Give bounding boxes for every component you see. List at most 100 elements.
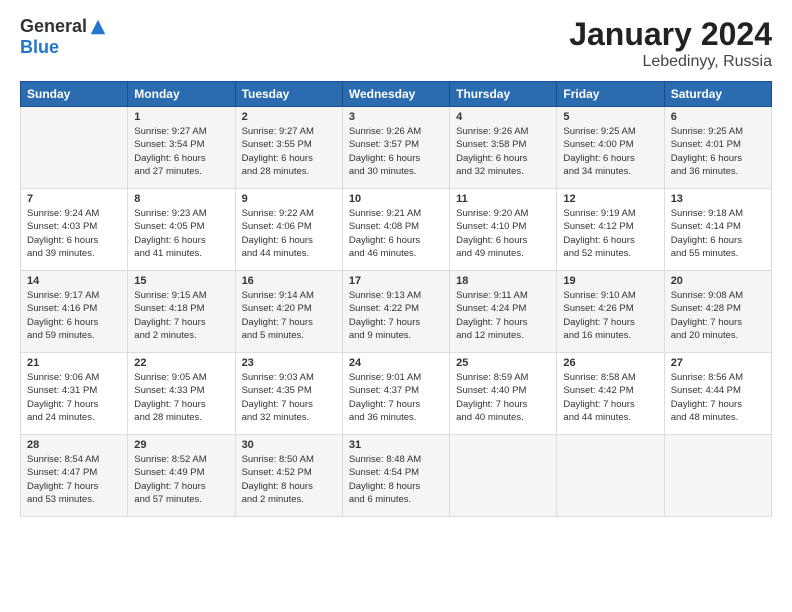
day-info: Sunrise: 9:20 AM Sunset: 4:10 PM Dayligh…: [456, 207, 550, 260]
day-number: 28: [27, 439, 121, 451]
day-number: 25: [456, 357, 550, 369]
day-info: Sunrise: 9:08 AM Sunset: 4:28 PM Dayligh…: [671, 289, 765, 342]
calendar-cell: 21 Sunrise: 9:06 AM Sunset: 4:31 PM Dayli…: [21, 353, 128, 435]
location-title: Lebedinyy, Russia: [569, 53, 772, 71]
calendar-cell: 22Sunrise: 9:05 AM Sunset: 4:33 PM Dayli…: [128, 353, 235, 435]
logo: General Blue: [20, 16, 107, 58]
calendar-cell: 1 Sunrise: 9:27 AM Sunset: 3:54 PM Daylig…: [128, 107, 235, 189]
calendar-row-5: 28 Sunrise: 8:54 AM Sunset: 4:47 PM Dayli…: [21, 435, 772, 517]
header-tuesday: Tuesday: [235, 82, 342, 107]
day-info: Sunrise: 9:22 AM Sunset: 4:06 PM Dayligh…: [242, 207, 336, 260]
calendar-cell: 14 Sunrise: 9:17 AM Sunset: 4:16 PM Dayli…: [21, 271, 128, 353]
day-number: 15: [134, 275, 228, 287]
day-number: 17: [349, 275, 443, 287]
title-block: January 2024 Lebedinyy, Russia: [569, 16, 772, 71]
calendar-cell: 5 Sunrise: 9:25 AM Sunset: 4:00 PM Daylig…: [557, 107, 664, 189]
calendar-cell: 15 Sunrise: 9:15 AM Sunset: 4:18 PM Dayli…: [128, 271, 235, 353]
day-number: 3: [349, 111, 443, 123]
day-info: Sunrise: 8:56 AM Sunset: 4:44 PM Dayligh…: [671, 371, 765, 424]
day-info: Sunrise: 9:25 AM Sunset: 4:01 PM Dayligh…: [671, 125, 765, 178]
day-number: 21: [27, 357, 121, 369]
day-info: Sunrise: 8:58 AM Sunset: 4:42 PM Dayligh…: [563, 371, 657, 424]
calendar-row-3: 14 Sunrise: 9:17 AM Sunset: 4:16 PM Dayli…: [21, 271, 772, 353]
header-wednesday: Wednesday: [342, 82, 449, 107]
day-info: Sunrise: 9:01 AM Sunset: 4:37 PM Dayligh…: [349, 371, 443, 424]
day-info: Sunrise: 8:54 AM Sunset: 4:47 PM Dayligh…: [27, 453, 121, 506]
day-number: 2: [242, 111, 336, 123]
day-number: 24: [349, 357, 443, 369]
calendar-cell: 10Sunrise: 9:21 AM Sunset: 4:08 PM Dayli…: [342, 189, 449, 271]
day-info: Sunrise: 8:48 AM Sunset: 4:54 PM Dayligh…: [349, 453, 443, 506]
day-number: 26: [563, 357, 657, 369]
calendar-cell: 2Sunrise: 9:27 AM Sunset: 3:55 PM Daylig…: [235, 107, 342, 189]
calendar-cell: 28 Sunrise: 8:54 AM Sunset: 4:47 PM Dayli…: [21, 435, 128, 517]
calendar-cell: 27Sunrise: 8:56 AM Sunset: 4:44 PM Dayli…: [664, 353, 771, 435]
calendar-cell: 29Sunrise: 8:52 AM Sunset: 4:49 PM Dayli…: [128, 435, 235, 517]
day-number: 6: [671, 111, 765, 123]
day-number: 8: [134, 193, 228, 205]
calendar-cell: 16Sunrise: 9:14 AM Sunset: 4:20 PM Dayli…: [235, 271, 342, 353]
day-number: 1: [134, 111, 228, 123]
calendar-row-1: 1 Sunrise: 9:27 AM Sunset: 3:54 PM Daylig…: [21, 107, 772, 189]
page: General Blue January 2024 Lebedinyy, Rus…: [0, 0, 792, 612]
day-info: Sunrise: 8:50 AM Sunset: 4:52 PM Dayligh…: [242, 453, 336, 506]
day-info: Sunrise: 9:13 AM Sunset: 4:22 PM Dayligh…: [349, 289, 443, 342]
day-info: Sunrise: 9:26 AM Sunset: 3:57 PM Dayligh…: [349, 125, 443, 178]
day-info: Sunrise: 9:24 AM Sunset: 4:03 PM Dayligh…: [27, 207, 121, 260]
calendar-cell: 24 Sunrise: 9:01 AM Sunset: 4:37 PM Dayli…: [342, 353, 449, 435]
calendar-cell: 18 Sunrise: 9:11 AM Sunset: 4:24 PM Dayli…: [450, 271, 557, 353]
day-info: Sunrise: 9:23 AM Sunset: 4:05 PM Dayligh…: [134, 207, 228, 260]
day-number: 11: [456, 193, 550, 205]
day-info: Sunrise: 9:25 AM Sunset: 4:00 PM Dayligh…: [563, 125, 657, 178]
calendar-cell: [557, 435, 664, 517]
calendar-cell: 17 Sunrise: 9:13 AM Sunset: 4:22 PM Dayli…: [342, 271, 449, 353]
day-info: Sunrise: 9:11 AM Sunset: 4:24 PM Dayligh…: [456, 289, 550, 342]
logo-icon: [89, 18, 107, 36]
day-number: 14: [27, 275, 121, 287]
day-info: Sunrise: 9:06 AM Sunset: 4:31 PM Dayligh…: [27, 371, 121, 424]
header-friday: Friday: [557, 82, 664, 107]
calendar-row-4: 21 Sunrise: 9:06 AM Sunset: 4:31 PM Dayli…: [21, 353, 772, 435]
calendar-cell: [21, 107, 128, 189]
day-info: Sunrise: 9:26 AM Sunset: 3:58 PM Dayligh…: [456, 125, 550, 178]
day-number: 31: [349, 439, 443, 451]
day-info: Sunrise: 9:17 AM Sunset: 4:16 PM Dayligh…: [27, 289, 121, 342]
day-info: Sunrise: 9:05 AM Sunset: 4:33 PM Dayligh…: [134, 371, 228, 424]
day-info: Sunrise: 9:27 AM Sunset: 3:54 PM Dayligh…: [134, 125, 228, 178]
calendar-cell: 11 Sunrise: 9:20 AM Sunset: 4:10 PM Dayli…: [450, 189, 557, 271]
calendar-row-2: 7 Sunrise: 9:24 AM Sunset: 4:03 PM Daylig…: [21, 189, 772, 271]
calendar-cell: 13Sunrise: 9:18 AM Sunset: 4:14 PM Dayli…: [664, 189, 771, 271]
header-saturday: Saturday: [664, 82, 771, 107]
logo-blue-text: Blue: [20, 37, 59, 58]
calendar-cell: 25 Sunrise: 8:59 AM Sunset: 4:40 PM Dayli…: [450, 353, 557, 435]
header-sunday: Sunday: [21, 82, 128, 107]
day-number: 20: [671, 275, 765, 287]
calendar-cell: 30Sunrise: 8:50 AM Sunset: 4:52 PM Dayli…: [235, 435, 342, 517]
calendar-cell: 20 Sunrise: 9:08 AM Sunset: 4:28 PM Dayli…: [664, 271, 771, 353]
calendar-cell: [450, 435, 557, 517]
calendar-cell: 23Sunrise: 9:03 AM Sunset: 4:35 PM Dayli…: [235, 353, 342, 435]
calendar-cell: 31 Sunrise: 8:48 AM Sunset: 4:54 PM Dayli…: [342, 435, 449, 517]
calendar-cell: 9 Sunrise: 9:22 AM Sunset: 4:06 PM Daylig…: [235, 189, 342, 271]
day-number: 18: [456, 275, 550, 287]
day-info: Sunrise: 9:10 AM Sunset: 4:26 PM Dayligh…: [563, 289, 657, 342]
header-thursday: Thursday: [450, 82, 557, 107]
calendar-table: Sunday Monday Tuesday Wednesday Thursday…: [20, 81, 772, 517]
day-info: Sunrise: 9:03 AM Sunset: 4:35 PM Dayligh…: [242, 371, 336, 424]
calendar-cell: 7 Sunrise: 9:24 AM Sunset: 4:03 PM Daylig…: [21, 189, 128, 271]
calendar-cell: [664, 435, 771, 517]
day-info: Sunrise: 8:59 AM Sunset: 4:40 PM Dayligh…: [456, 371, 550, 424]
day-number: 7: [27, 193, 121, 205]
calendar-cell: 3 Sunrise: 9:26 AM Sunset: 3:57 PM Daylig…: [342, 107, 449, 189]
calendar-cell: 12Sunrise: 9:19 AM Sunset: 4:12 PM Dayli…: [557, 189, 664, 271]
calendar-cell: 6 Sunrise: 9:25 AM Sunset: 4:01 PM Daylig…: [664, 107, 771, 189]
day-number: 9: [242, 193, 336, 205]
day-number: 5: [563, 111, 657, 123]
day-info: Sunrise: 9:15 AM Sunset: 4:18 PM Dayligh…: [134, 289, 228, 342]
day-number: 16: [242, 275, 336, 287]
day-number: 12: [563, 193, 657, 205]
day-number: 13: [671, 193, 765, 205]
day-info: Sunrise: 8:52 AM Sunset: 4:49 PM Dayligh…: [134, 453, 228, 506]
day-info: Sunrise: 9:21 AM Sunset: 4:08 PM Dayligh…: [349, 207, 443, 260]
logo-general-text: General: [20, 16, 87, 37]
